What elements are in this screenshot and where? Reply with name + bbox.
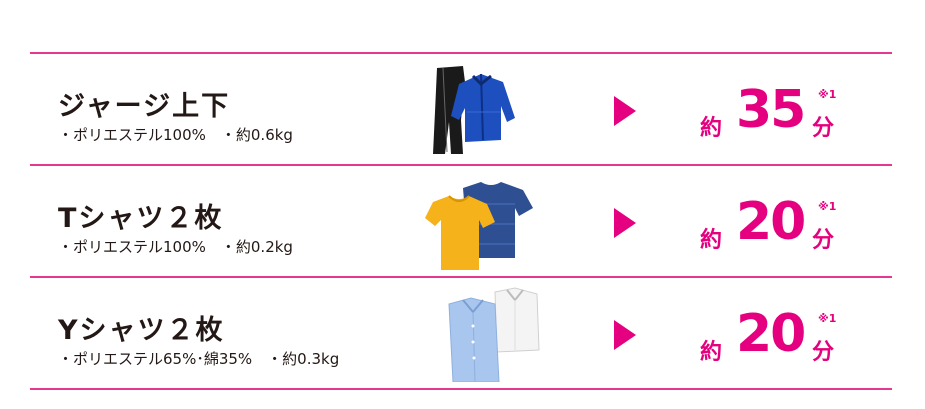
time-unit: 分: [812, 116, 835, 141]
list-item: ジャージ上下 ・ポリエステル100% ・約0.6kg 約 35 分 ※1: [30, 54, 892, 164]
dress-shirts-image: [448, 287, 540, 382]
item-title: Tシャツ２枚: [58, 203, 224, 234]
item-title: Yシャツ２枚: [58, 315, 225, 346]
drying-time-list: ジャージ上下 ・ポリエステル100% ・約0.6kg 約 35 分 ※1 Tシャ…: [30, 52, 892, 390]
footnote-mark: ※1: [818, 312, 837, 325]
time-unit: 分: [812, 228, 835, 253]
item-spec: ・ポリエステル65%･綿35% ・約0.3kg: [58, 350, 340, 368]
drying-time: 約 35 分 ※1: [700, 78, 850, 148]
footnote-mark: ※1: [818, 200, 837, 213]
list-item: Tシャツ２枚 ・ポリエステル100% ・約0.2kg 約 20 分 ※1: [30, 166, 892, 276]
item-title: ジャージ上下: [58, 91, 231, 122]
time-value: 35: [736, 80, 806, 140]
time-prefix: 約: [700, 116, 723, 141]
item-spec: ・ポリエステル100% ・約0.2kg: [58, 238, 293, 256]
item-spec: ・ポリエステル100% ・約0.6kg: [58, 126, 293, 144]
footnote-mark: ※1: [818, 88, 837, 101]
time-value: 20: [736, 304, 806, 364]
drying-time: 約 20 分 ※1: [700, 190, 850, 260]
tshirts-image: [425, 182, 533, 270]
list-item: Yシャツ２枚 ・ポリエステル65%･綿35% ・約0.3kg 約 20 分 ※1: [30, 278, 892, 388]
time-prefix: 約: [700, 340, 723, 365]
jersey-image: [433, 66, 515, 154]
arrow-right-icon: [614, 96, 636, 126]
arrow-right-icon: [614, 208, 636, 238]
time-unit: 分: [812, 340, 835, 365]
divider: [30, 388, 892, 390]
time-prefix: 約: [700, 228, 723, 253]
drying-time: 約 20 分 ※1: [700, 302, 850, 372]
arrow-right-icon: [614, 320, 636, 350]
time-value: 20: [736, 192, 806, 252]
